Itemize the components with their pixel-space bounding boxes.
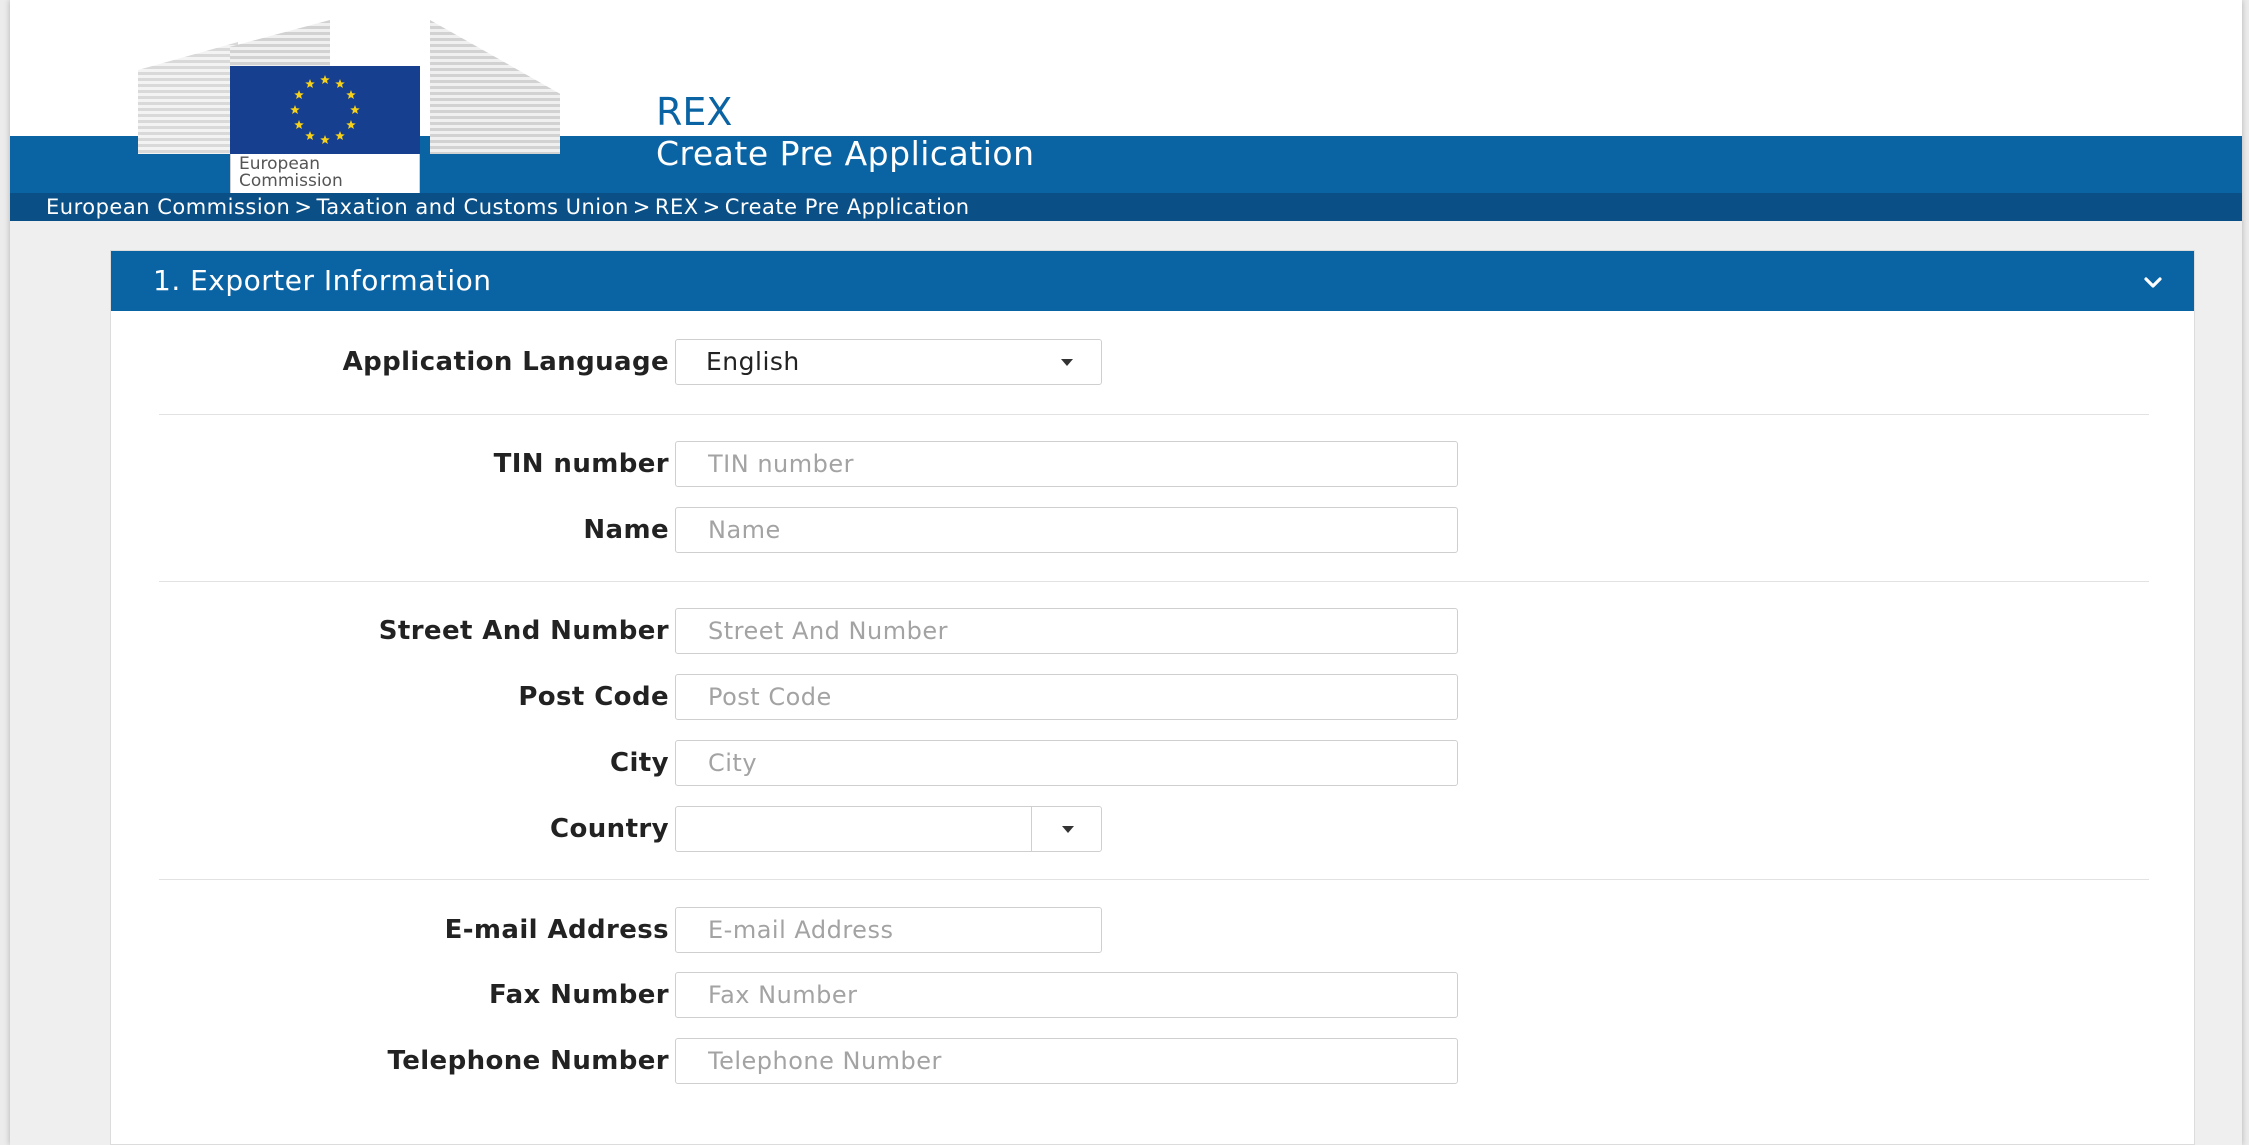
eu-star-icon <box>335 130 345 141</box>
caret-down-icon <box>1061 359 1073 366</box>
breadcrumb: European Commission > Taxation and Customs… <box>10 193 2242 221</box>
eu-stars <box>290 75 360 145</box>
eu-star-icon <box>305 130 315 141</box>
row-street: Street And Number <box>111 608 2194 654</box>
divider <box>159 581 2149 582</box>
fax-input[interactable] <box>675 972 1458 1018</box>
exporter-information-panel: 1. Exporter Information Application Lang… <box>110 250 2195 1145</box>
row-telephone: Telephone Number <box>111 1038 2194 1084</box>
chevron-down-icon[interactable] <box>2142 271 2164 293</box>
eu-star-icon <box>320 135 330 145</box>
tin-number-label: TIN number <box>493 449 669 479</box>
breadcrumb-item-rex[interactable]: REX <box>655 195 699 219</box>
eu-star-icon <box>294 90 304 100</box>
email-input[interactable] <box>675 907 1102 953</box>
eu-star-icon <box>290 105 300 115</box>
select-divider <box>1031 807 1032 851</box>
breadcrumb-item-current: Create Pre Application <box>724 195 970 219</box>
eu-star-icon <box>350 105 360 115</box>
breadcrumb-item-european-commission[interactable]: European Commission <box>46 195 290 219</box>
app-title: REX <box>656 90 733 134</box>
eu-flag-icon <box>230 66 420 154</box>
application-language-label: Application Language <box>342 347 669 377</box>
eu-star-icon <box>294 120 304 130</box>
application-language-select[interactable]: English <box>675 339 1102 385</box>
row-fax: Fax Number <box>111 972 2194 1018</box>
email-label: E-mail Address <box>444 915 669 945</box>
row-post-code: Post Code <box>111 674 2194 720</box>
page: European Commission REX Create Pre Appli… <box>10 0 2242 1145</box>
street-input[interactable] <box>675 608 1458 654</box>
row-application-language: Application Language English <box>111 339 2194 385</box>
eu-star-icon <box>346 120 356 130</box>
logo-label: European Commission <box>230 154 420 194</box>
name-input[interactable] <box>675 507 1458 553</box>
row-tin-number: TIN number <box>111 441 2194 487</box>
fax-label: Fax Number <box>488 980 669 1010</box>
divider <box>159 414 2149 415</box>
european-commission-logo[interactable]: European Commission <box>130 18 570 194</box>
logo-text-line2: Commission <box>239 171 343 191</box>
caret-down-icon[interactable] <box>1062 826 1074 833</box>
logo-building-left <box>138 42 238 154</box>
panel-title: 1. Exporter Information <box>153 264 492 297</box>
application-language-value: English <box>706 347 800 376</box>
city-label: City <box>610 748 669 778</box>
telephone-input[interactable] <box>675 1038 1458 1084</box>
eu-star-icon <box>346 90 356 100</box>
divider <box>159 879 2149 880</box>
eu-star-icon <box>305 79 315 89</box>
panel-header[interactable]: 1. Exporter Information <box>111 251 2194 311</box>
eu-star-icon <box>335 79 345 89</box>
name-label: Name <box>583 515 669 545</box>
breadcrumb-separator-icon: > <box>632 195 651 219</box>
tin-number-input[interactable] <box>675 441 1458 487</box>
page-title: Create Pre Application <box>656 134 1035 173</box>
street-label: Street And Number <box>378 616 669 646</box>
city-input[interactable] <box>675 740 1458 786</box>
logo-building-right <box>430 20 560 154</box>
row-name: Name <box>111 507 2194 553</box>
post-code-input[interactable] <box>675 674 1458 720</box>
country-select[interactable] <box>675 806 1102 852</box>
country-label: Country <box>550 814 669 844</box>
telephone-label: Telephone Number <box>387 1046 669 1076</box>
breadcrumb-separator-icon: > <box>294 195 313 219</box>
row-country: Country <box>111 806 2194 852</box>
post-code-label: Post Code <box>518 682 669 712</box>
breadcrumb-item-taxation[interactable]: Taxation and Customs Union <box>316 195 628 219</box>
row-email: E-mail Address <box>111 907 2194 953</box>
row-city: City <box>111 740 2194 786</box>
breadcrumb-separator-icon: > <box>702 195 721 219</box>
eu-star-icon <box>320 75 330 85</box>
